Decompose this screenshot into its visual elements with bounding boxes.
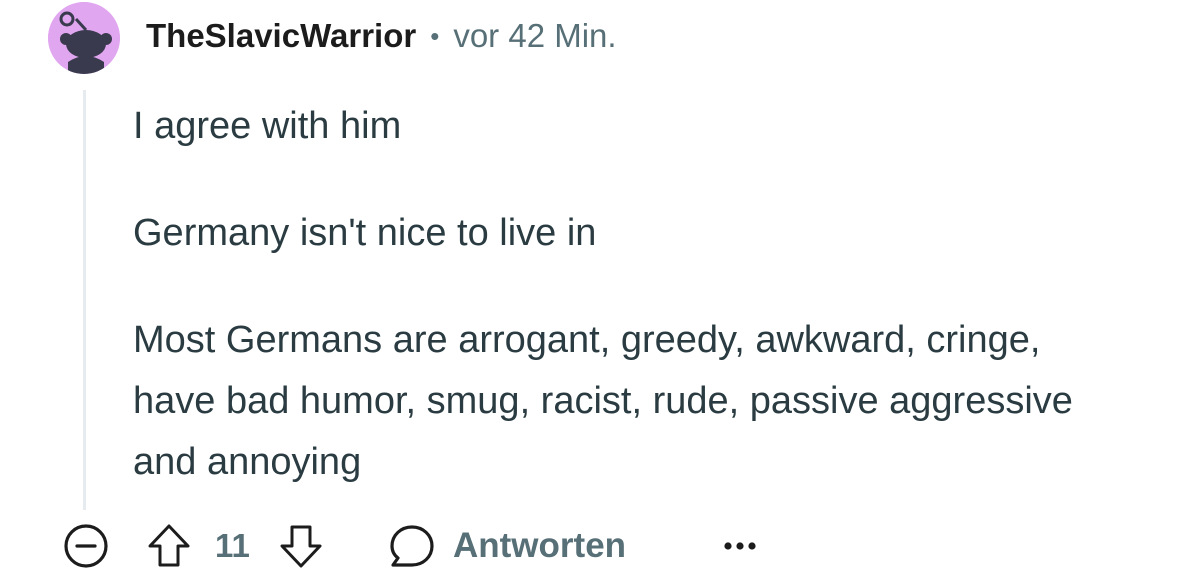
username-link[interactable]: TheSlavicWarrior	[146, 17, 416, 55]
comment-action-bar: 11 Antworten	[60, 520, 1160, 572]
collapse-button[interactable]	[60, 520, 112, 572]
downvote-button[interactable]	[276, 520, 326, 572]
vote-count: 11	[215, 527, 250, 564]
arrow-up-icon	[148, 524, 190, 567]
upvote-button[interactable]	[144, 520, 194, 572]
comment-body: I agree with him Germany isn't nice to l…	[133, 96, 1133, 493]
reply-button[interactable]: Antworten	[388, 520, 626, 572]
timestamp[interactable]: vor 42 Min.	[453, 17, 616, 55]
more-options-button[interactable]	[718, 520, 762, 572]
comment-paragraph: Germany isn't nice to live in	[133, 212, 597, 254]
ellipsis-icon	[724, 542, 756, 550]
arrow-down-icon	[280, 525, 322, 568]
speech-bubble-icon	[390, 525, 434, 567]
minus-circle-icon	[64, 524, 108, 568]
comment-header: TheSlavicWarrior • vor 42 Min.	[146, 12, 617, 60]
meta-separator: •	[430, 20, 440, 51]
thread-line[interactable]	[83, 90, 86, 510]
avatar[interactable]	[48, 2, 120, 74]
reddit-snoo-avatar-icon	[48, 2, 120, 74]
comment-paragraph: I agree with him	[133, 105, 402, 147]
comment-paragraph: Most Germans are arrogant, greedy, awkwa…	[133, 319, 1073, 483]
reply-label: Antworten	[453, 526, 627, 565]
